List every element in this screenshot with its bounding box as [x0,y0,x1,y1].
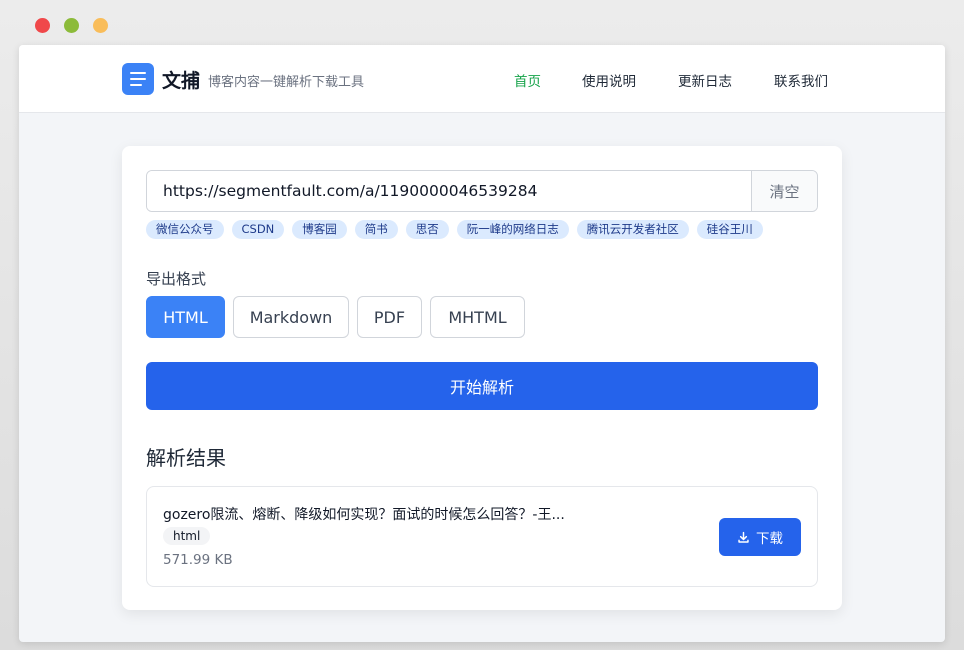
download-label: 下载 [756,531,783,547]
close-window-button[interactable] [35,18,50,33]
export-format-label: 导出格式 [146,270,207,288]
source-chip-ruanyifeng[interactable]: 阮一峰的网络日志 [456,220,569,239]
source-chip-tencent-cloud[interactable]: 腾讯云开发者社区 [576,220,689,239]
window-controls [35,18,108,33]
nav-changelog[interactable]: 更新日志 [678,70,732,90]
nav-usage-guide[interactable]: 使用说明 [582,70,636,90]
source-chip-cnblogs[interactable]: 博客园 [292,220,347,239]
download-button[interactable]: 下载 [719,518,801,556]
format-pdf-button[interactable]: PDF [357,296,422,338]
clear-button[interactable]: 清空 [751,171,817,211]
nav-home[interactable]: 首页 [514,70,541,90]
maximize-window-button[interactable] [93,18,108,33]
supported-sources: 微信公众号 CSDN 博客园 简书 思否 阮一峰的网络日志 腾讯云开发者社区 硅… [146,220,763,239]
result-file-size: 571.99 KB [163,552,233,568]
main-nav: 首页 使用说明 更新日志 联系我们 [19,70,945,90]
url-input[interactable] [147,171,751,211]
source-chip-segmentfault[interactable]: 思否 [405,220,449,239]
nav-contact[interactable]: 联系我们 [774,70,828,90]
source-chip-jianshu[interactable]: 简书 [354,220,398,239]
result-title: gozero限流、熔断、降级如何实现？面试的时候怎么回答？-王... [163,507,565,523]
result-format-badge: html [163,527,211,545]
results-title: 解析结果 [146,446,226,470]
format-markdown-button[interactable]: Markdown [233,296,349,338]
minimize-window-button[interactable] [64,18,79,33]
export-format-group: HTML Markdown PDF MHTML [146,296,525,338]
format-html-button[interactable]: HTML [146,296,225,338]
url-input-group: 清空 [146,170,818,212]
source-chip-guigu-wangchuan[interactable]: 硅谷王川 [696,220,763,239]
format-mhtml-button[interactable]: MHTML [430,296,525,338]
browser-window: 文捕 博客内容一键解析下载工具 首页 使用说明 更新日志 联系我们 清空 微信公… [19,45,945,642]
download-icon [738,531,749,543]
result-item: gozero限流、熔断、降级如何实现？面试的时候怎么回答？-王... html … [146,486,818,587]
top-navbar: 文捕 博客内容一键解析下载工具 首页 使用说明 更新日志 联系我们 [19,45,945,113]
parser-card: 清空 微信公众号 CSDN 博客园 简书 思否 阮一峰的网络日志 腾讯云开发者社… [122,146,842,610]
source-chip-csdn[interactable]: CSDN [231,220,285,239]
start-parse-button[interactable]: 开始解析 [146,362,818,410]
source-chip-wechat[interactable]: 微信公众号 [146,220,224,239]
